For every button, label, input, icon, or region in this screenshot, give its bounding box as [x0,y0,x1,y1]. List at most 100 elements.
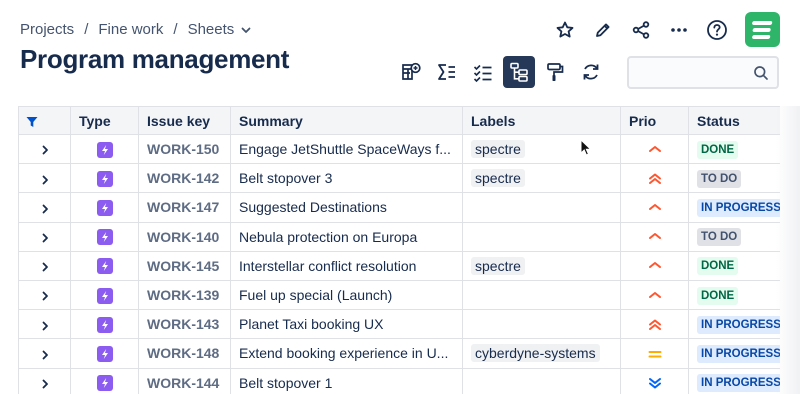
row-expand-toggle[interactable] [18,133,71,165]
priority-equal-icon [648,351,661,358]
breadcrumb-item-sheets[interactable]: Sheets [188,21,235,38]
hierarchy-button[interactable] [503,56,535,88]
chevron-down-icon[interactable] [240,24,252,36]
row-expand-toggle[interactable] [18,279,71,311]
column-header-issue-key[interactable]: Issue key [138,106,231,135]
issue-key-cell[interactable]: WORK-143 [138,309,231,340]
priority-cell[interactable] [620,221,689,252]
summary-cell[interactable]: Nebula protection on Europa [230,221,463,252]
status-cell[interactable]: TO DO [688,163,780,194]
table-row[interactable]: WORK-140 Nebula protection on Europa TO DO [18,221,780,252]
star-icon [556,21,574,37]
table-row[interactable]: WORK-143 Planet Taxi booking UX IN PROGRES… [18,309,780,340]
status-cell[interactable]: DONE [688,133,780,165]
row-expand-toggle[interactable] [18,163,71,194]
priority-cell[interactable] [620,279,689,311]
row-expand-toggle[interactable] [18,192,71,223]
table-row[interactable]: WORK-148 Extend booking experience in U..… [18,338,780,369]
labels-cell[interactable]: cyberdyne-systems [462,338,621,369]
status-cell[interactable]: TO DO [688,221,780,252]
summary-cell[interactable]: Fuel up special (Launch) [230,279,463,311]
priority-cell[interactable] [620,133,689,165]
status-cell[interactable]: DONE [688,250,780,281]
column-header-type[interactable]: Type [70,106,139,135]
row-expand-toggle[interactable] [18,221,71,252]
add-table-button[interactable] [395,56,427,88]
issue-key-cell[interactable]: WORK-150 [138,133,231,165]
share-button[interactable] [627,16,655,44]
type-cell [70,133,139,165]
table-row[interactable]: WORK-150 Engage JetShuttle SpaceWays f...… [18,133,780,165]
table-row[interactable]: WORK-145 Interstellar conflict resolution… [18,250,780,281]
labels-cell[interactable]: spectre [462,163,621,194]
table-row[interactable]: WORK-147 Suggested Destinations IN PROGRES… [18,192,780,223]
issue-key-cell[interactable]: WORK-147 [138,192,231,223]
summary-cell[interactable]: Planet Taxi booking UX [230,309,463,340]
summary-cell[interactable]: Interstellar conflict resolution [230,250,463,281]
issue-key-cell[interactable]: WORK-142 [138,163,231,194]
summary-cell[interactable]: Extend booking experience in U... [230,338,463,369]
search-input[interactable] [629,58,747,87]
labels-cell[interactable] [462,279,621,311]
column-header-status[interactable]: Status [688,106,780,135]
column-header-prio[interactable]: Prio [620,106,689,135]
table-row[interactable]: WORK-142 Belt stopover 3 spectre TO DO [18,163,780,194]
labels-cell[interactable]: spectre [462,133,621,165]
issue-key-cell[interactable]: WORK-140 [138,221,231,252]
search-icon[interactable] [753,65,769,81]
column-header-summary[interactable]: Summary [230,106,463,135]
priority-cell[interactable] [620,309,689,340]
edit-button[interactable] [589,16,617,44]
help-icon [707,19,727,40]
more-button[interactable] [665,16,693,44]
issue-key-cell[interactable]: WORK-148 [138,338,231,369]
checklist-button[interactable] [467,56,499,88]
row-expand-toggle[interactable] [18,338,71,369]
status-cell[interactable]: IN PROGRESS [688,338,780,369]
sum-button[interactable] [431,56,463,88]
star-button[interactable] [551,16,579,44]
app-logo[interactable] [745,12,780,47]
priority-cell[interactable] [620,338,689,369]
row-expand-toggle[interactable] [18,309,71,340]
chevron-right-icon [42,233,48,243]
priority-cell[interactable] [620,163,689,194]
priority-medium-icon [648,291,661,298]
issue-key-cell[interactable]: WORK-144 [138,367,231,394]
epic-type-icon [96,346,113,363]
status-badge: IN PROGRESS [697,344,780,363]
sheets-logo-icon [751,20,772,39]
refresh-button[interactable] [575,56,607,88]
status-cell[interactable]: IN PROGRESS [688,367,780,394]
column-header-labels[interactable]: Labels [462,106,621,135]
labels-cell[interactable] [462,367,621,394]
labels-cell[interactable] [462,309,621,340]
breadcrumb-item-project[interactable]: Fine work [98,21,163,38]
labels-cell[interactable] [462,192,621,223]
row-expand-toggle[interactable] [18,367,71,394]
filter-header[interactable] [18,106,71,135]
chevron-right-icon [42,204,48,214]
priority-medium-icon [648,233,661,240]
issue-key-cell[interactable]: WORK-139 [138,279,231,311]
table-row[interactable]: WORK-144 Belt stopover 1 IN PROGRESS [18,367,780,394]
status-cell[interactable]: IN PROGRESS [688,309,780,340]
row-expand-toggle[interactable] [18,250,71,281]
summary-cell[interactable]: Engage JetShuttle SpaceWays f... [230,133,463,165]
status-cell[interactable]: IN PROGRESS [688,192,780,223]
format-painter-button[interactable] [539,56,571,88]
breadcrumb-item-projects[interactable]: Projects [20,21,74,38]
summary-cell[interactable]: Suggested Destinations [230,192,463,223]
refresh-icon [583,64,599,80]
help-button[interactable] [703,16,731,44]
labels-cell[interactable] [462,221,621,252]
priority-cell[interactable] [620,250,689,281]
status-cell[interactable]: DONE [688,279,780,311]
priority-cell[interactable] [620,192,689,223]
labels-cell[interactable]: spectre [462,250,621,281]
summary-cell[interactable]: Belt stopover 3 [230,163,463,194]
priority-cell[interactable] [620,367,689,394]
table-row[interactable]: WORK-139 Fuel up special (Launch) DONE [18,279,780,311]
summary-cell[interactable]: Belt stopover 1 [230,367,463,394]
issue-key-cell[interactable]: WORK-145 [138,250,231,281]
